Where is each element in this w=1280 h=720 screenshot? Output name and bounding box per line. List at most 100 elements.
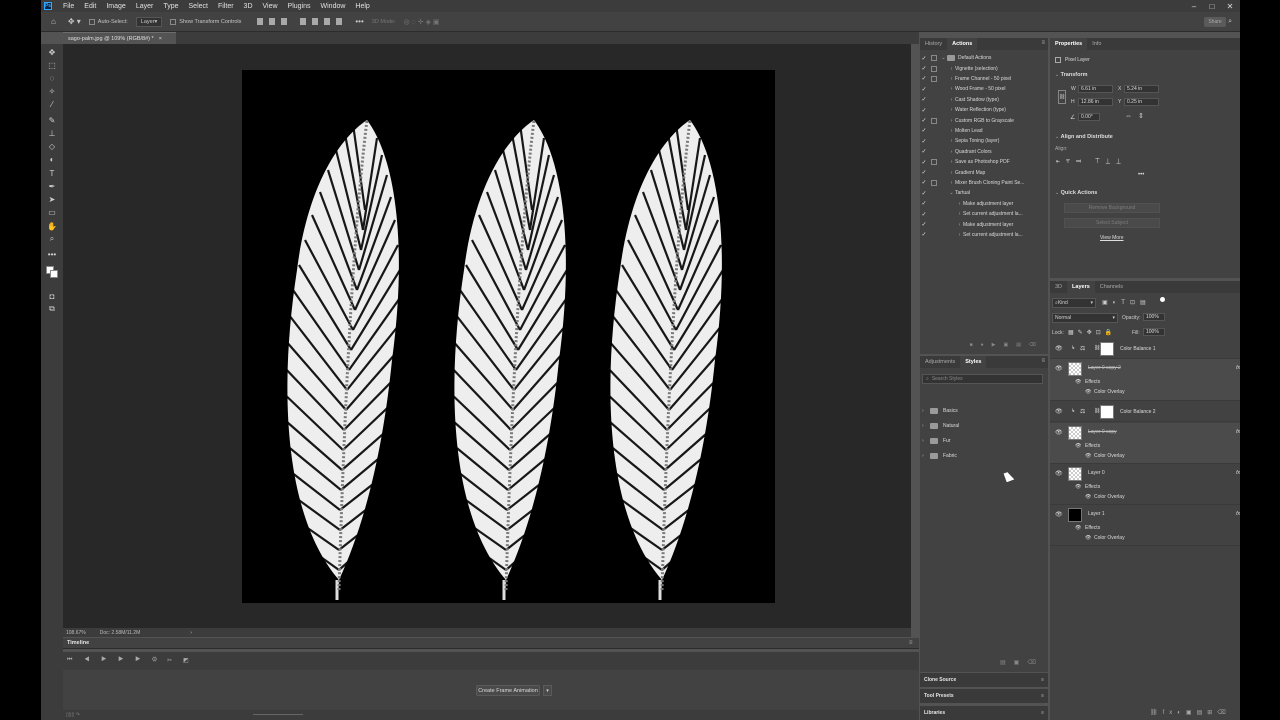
check-icon[interactable]: ✓: [920, 211, 928, 218]
screen-mode-icon[interactable]: ⧉: [47, 304, 57, 314]
action-item[interactable]: ✓ › Gradient Map: [920, 167, 1040, 177]
gradient-tool-icon[interactable]: ◐: [47, 154, 57, 164]
dialog-toggle-icon[interactable]: [931, 75, 937, 82]
edit-toolbar-icon[interactable]: •••: [47, 249, 57, 259]
collapsed-caret-icon[interactable]: ›: [948, 118, 955, 124]
collapsed-caret-icon[interactable]: ›: [948, 86, 955, 92]
action-item[interactable]: ✓ › Cast Shadow (type): [920, 95, 1040, 105]
visibility-eye-icon[interactable]: 👁: [1055, 365, 1063, 372]
action-item[interactable]: ✓ › Frame Channel - 50 pixel: [920, 74, 1040, 84]
align-bottom-icon[interactable]: [324, 18, 331, 25]
fill-field[interactable]: 100%: [1143, 328, 1165, 336]
dialog-toggle-icon[interactable]: [931, 211, 937, 217]
panel-clone-source[interactable]: Clone Source ≡: [920, 673, 1048, 687]
show-transform-checkbox[interactable]: Show Transform Controls: [170, 18, 241, 25]
collapsed-caret-icon[interactable]: ›: [948, 107, 955, 113]
visibility-eye-icon[interactable]: 👁: [1055, 511, 1063, 518]
check-icon[interactable]: ✓: [920, 159, 928, 166]
check-icon[interactable]: ✓: [920, 231, 928, 238]
layer-name[interactable]: Color Balance 1: [1120, 346, 1156, 352]
select-subject-button[interactable]: Select Subject: [1064, 218, 1160, 228]
chevron-right-icon[interactable]: ›: [922, 453, 928, 459]
transition-icon[interactable]: ◩: [183, 657, 189, 664]
style-folder-fabric[interactable]: › Fabric: [922, 449, 1037, 463]
shape-tool-icon[interactable]: ▭: [47, 207, 57, 217]
dialog-toggle-icon[interactable]: [931, 107, 937, 113]
layers-tab-layers[interactable]: Layers: [1067, 281, 1095, 293]
share-button[interactable]: Share: [1204, 17, 1226, 27]
document-tab[interactable]: sago-palm.jpg @ 109% (RGB/8#) * ×: [63, 32, 176, 44]
search-styles-input[interactable]: ⌕ Search Styles: [922, 374, 1043, 384]
dialog-toggle-icon[interactable]: [931, 159, 937, 166]
remove-background-button[interactable]: Remove Background: [1064, 203, 1160, 213]
panel-menu-icon[interactable]: ≡: [1041, 710, 1044, 716]
menu-view[interactable]: View: [258, 3, 283, 10]
dialog-toggle-icon[interactable]: [931, 86, 937, 92]
dialog-toggle-icon[interactable]: [931, 97, 937, 103]
fx-icon[interactable]: fx: [1236, 365, 1240, 371]
dialog-toggle-icon[interactable]: [931, 222, 937, 228]
menu-filter[interactable]: Filter: [213, 3, 239, 10]
background-color-swatch[interactable]: [50, 270, 58, 278]
zoom-tool-icon[interactable]: ⌕: [47, 234, 57, 244]
dialog-toggle-icon[interactable]: [931, 190, 937, 196]
check-icon[interactable]: ✓: [920, 200, 928, 207]
layer-filter-icons[interactable]: ▣◐T⊡▤: [1102, 299, 1151, 306]
effects-eye-icon[interactable]: 👁: [1075, 443, 1081, 449]
dialog-toggle-icon[interactable]: [931, 170, 937, 176]
visibility-eye-icon[interactable]: 👁: [1055, 408, 1063, 415]
align-middle-icon[interactable]: [312, 18, 319, 25]
timeline-menu-icon[interactable]: ≡: [909, 640, 913, 646]
maximize-icon[interactable]: □: [1204, 0, 1220, 12]
view-more-link[interactable]: View More: [1100, 235, 1124, 241]
eyedropper-tool-icon[interactable]: ⁄: [47, 99, 57, 109]
more-options-icon[interactable]: •••: [355, 17, 363, 26]
check-icon[interactable]: ✓: [920, 221, 928, 228]
action-item[interactable]: ✓ › Water Reflection (type): [920, 105, 1040, 115]
align-left-icon[interactable]: [257, 18, 264, 25]
zoom-readout[interactable]: 108.67%: [66, 630, 86, 636]
y-field[interactable]: 0.25 in: [1124, 98, 1159, 106]
layers-tab-3d[interactable]: 3D: [1050, 281, 1067, 293]
action-item[interactable]: ✓ › Set current adjustment la...: [920, 209, 1040, 219]
dialog-toggle-icon[interactable]: [931, 138, 937, 144]
collapsed-caret-icon[interactable]: ›: [956, 201, 963, 207]
styles-panel-menu-icon[interactable]: ≡: [1041, 358, 1045, 364]
3d-orbit-icons[interactable]: ◎ ◌ ✛ ◈ ▣: [404, 18, 440, 26]
style-folder-natural[interactable]: › Natural: [922, 419, 1037, 433]
home-icon[interactable]: ⌂: [51, 17, 56, 26]
menu-select[interactable]: Select: [184, 3, 213, 10]
effect-eye-icon[interactable]: 👁: [1085, 453, 1091, 459]
opacity-field[interactable]: 100%: [1143, 313, 1165, 321]
align-right-icon[interactable]: [281, 18, 288, 25]
check-icon[interactable]: ✓: [920, 169, 928, 176]
check-icon[interactable]: ✓: [920, 55, 928, 62]
move-tool-icon[interactable]: ✥: [47, 47, 57, 57]
transform-section[interactable]: ⌄ Transform: [1055, 72, 1088, 78]
fx-icon[interactable]: fx: [1236, 470, 1240, 476]
chevron-right-icon[interactable]: ›: [922, 423, 928, 429]
marquee-tool-icon[interactable]: ⬚: [47, 60, 57, 70]
angle-field[interactable]: 0.00°: [1078, 113, 1100, 121]
layer-row[interactable]: 👁 Layer 0 copy fx 👁 Effects 👁 Color Overlay: [1050, 423, 1240, 464]
collapsed-caret-icon[interactable]: ›: [948, 180, 955, 186]
canvas-area[interactable]: [63, 44, 911, 628]
visibility-eye-icon[interactable]: 👁: [1055, 345, 1063, 352]
collapsed-caret-icon[interactable]: ›: [948, 66, 955, 72]
menu-layer[interactable]: Layer: [131, 3, 159, 10]
auto-select-target-dropdown[interactable]: Layer ▾: [135, 16, 163, 27]
layer-name[interactable]: Layer 0 copy 2: [1088, 365, 1121, 371]
styles-tab-styles[interactable]: Styles: [960, 356, 987, 368]
collapsed-caret-icon[interactable]: ›: [948, 170, 955, 176]
menu-window[interactable]: Window: [316, 3, 351, 10]
check-icon[interactable]: ✓: [920, 117, 928, 124]
scissors-icon[interactable]: ✂: [167, 657, 172, 664]
layers-tab-channels[interactable]: Channels: [1095, 281, 1128, 293]
action-item[interactable]: ✓ › Make adjustment layer: [920, 219, 1040, 229]
effects-eye-icon[interactable]: 👁: [1075, 379, 1081, 385]
panel-menu-icon[interactable]: ≡: [1041, 677, 1044, 683]
menu-help[interactable]: Help: [350, 3, 374, 10]
lock-icons[interactable]: ▦✎✥⊡🔒: [1068, 329, 1116, 336]
layer-buttons[interactable]: ⛓fx◐▣▤⊞⌫: [1150, 709, 1231, 716]
menu-type[interactable]: Type: [158, 3, 183, 10]
